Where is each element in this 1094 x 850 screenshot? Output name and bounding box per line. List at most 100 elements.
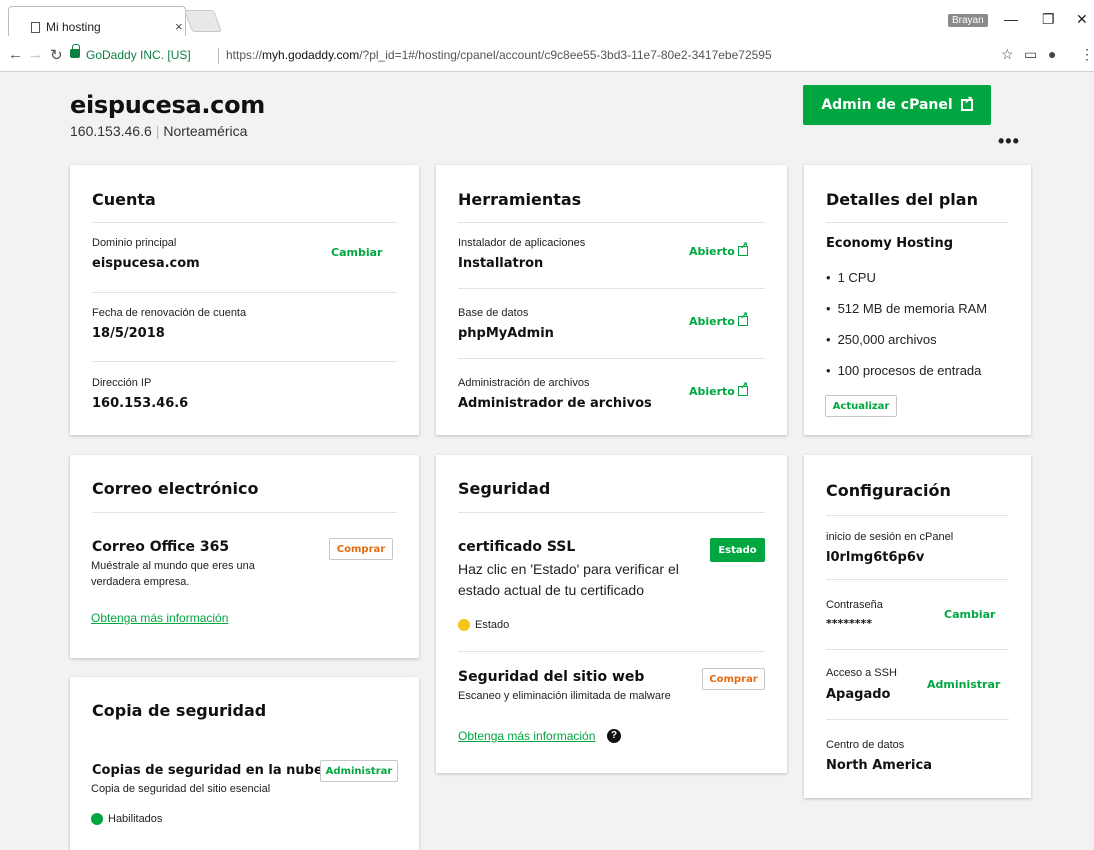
buy-email-button[interactable]: Comprar [329,538,393,560]
app-installer-label: Instalador de aplicaciones [458,237,586,249]
open-installatron-link[interactable]: Abierto [689,241,748,258]
desc-line: Haz clic en 'Estado' para verificar el [458,561,679,577]
security-card-title: Seguridad [458,479,551,498]
website-security-title: Seguridad del sitio web [458,669,645,685]
status-indicator-dot [91,813,103,825]
cloud-backup-desc: Copia de seguridad del sitio esencial [91,783,271,795]
browser-tab-bar: Mi hosting × Brayan — ❐ ✕ [0,0,1094,40]
app-installer-value: Installatron [458,256,544,271]
url-field[interactable]: https://myh.godaddy.com/?pl_id=1#/hostin… [226,48,772,62]
renewal-date-value: 18/5/2018 [92,326,165,341]
desc-line: verdadera empresa. [91,576,190,588]
configuration-card: Configuración inicio de sesión en cPanel… [804,455,1031,798]
plan-feature: 512 MB de memoria RAM [826,301,988,316]
email-more-info-link[interactable]: Obtenga más información [91,611,228,625]
open-label: Abierto [689,385,735,398]
open-file-manager-link[interactable]: Abierto [689,381,748,398]
url-prefix: https:// [226,48,263,62]
domain-subtitle: 160.153.46.6 | Norteamérica [70,123,248,139]
ssh-access-value: Apagado [826,687,891,702]
server-region: Norteamérica [163,123,248,139]
cpanel-login-label: inicio de sesión en cPanel [826,531,954,543]
close-window-icon[interactable]: ✕ [1076,11,1088,28]
datacenter-value: North America [826,758,932,773]
plan-card-title: Detalles del plan [826,190,978,209]
ssl-title: certificado SSL [458,539,576,555]
upgrade-plan-button[interactable]: Actualizar [825,395,897,417]
address-bar: ← → ↻ GoDaddy INC. [US] https://myh.goda… [0,40,1094,72]
file-management-value: Administrador de archivos [458,396,652,411]
divider [826,579,1009,580]
security-more-info-link[interactable]: Obtenga más información [458,729,595,743]
divider [92,222,397,223]
security-card: Seguridad certificado SSL Haz clic en 'E… [436,455,787,773]
external-link-icon [737,241,748,256]
desc-line: Muéstrale al mundo que eres una [91,560,255,572]
url-separator [218,48,219,64]
email-card: Correo electrónico Correo Office 365 Mué… [70,455,419,658]
primary-domain-value: eispucesa.com [92,256,200,271]
bookmark-star-icon[interactable]: ☆ [1001,46,1014,63]
status-indicator-dot [458,619,470,631]
menu-icon[interactable]: ⋮ [1080,46,1094,63]
email-product-name: Correo Office 365 [92,539,230,555]
divider [92,292,397,293]
forward-icon[interactable]: → [28,46,43,63]
help-icon[interactable]: ? [607,729,621,743]
ev-certificate-label[interactable]: GoDaddy INC. [US] [86,48,191,62]
email-product-desc: Muéstrale al mundo que eres una verdadera… [91,558,255,590]
open-label: Abierto [689,315,735,328]
change-password-link[interactable]: Cambiar [944,608,995,621]
cloud-backup-title: Copias de seguridad en la nube [92,763,323,778]
manage-backup-button[interactable]: Administrar [320,760,398,782]
open-label: Abierto [689,245,735,258]
divider [458,651,765,652]
plan-feature: 1 CPU [826,270,876,285]
backup-card: Copia de seguridad Copias de seguridad e… [70,677,419,850]
password-value: ******** [826,617,873,630]
server-ip: 160.153.46.6 [70,123,152,139]
open-phpmyadmin-link[interactable]: Abierto [689,311,748,328]
reload-icon[interactable]: ↻ [50,46,63,64]
cpanel-login-value: l0rlmg6t6p6v [826,550,925,565]
minimize-icon[interactable]: — [1004,11,1018,27]
lock-icon [70,44,80,58]
restore-icon[interactable]: ❐ [1042,11,1055,28]
ip-address-label: Dirección IP [92,377,152,389]
url-host: myh.godaddy.com [262,48,360,62]
page-title: eispucesa.com [70,91,265,119]
ssl-status-button[interactable]: Estado [710,538,765,562]
profile-badge[interactable]: Brayan [948,14,988,27]
ssh-access-label: Acceso a SSH [826,667,897,679]
tools-card: Herramientas Instalador de aplicaciones … [436,165,787,435]
plan-name: Economy Hosting [826,236,954,251]
cpanel-admin-button[interactable]: Admin de cPanel ↗ [803,85,991,125]
plan-feature: 100 procesos de entrada [826,363,982,378]
plan-feature: 250,000 archivos [826,332,937,347]
external-link-icon: ↗ [960,94,973,111]
divider [458,288,765,289]
divider [92,512,397,513]
browser-tab[interactable]: Mi hosting × [8,6,186,36]
divider [458,512,765,513]
external-link-icon [737,311,748,326]
divider [826,222,1009,223]
new-tab-button[interactable] [183,10,223,32]
file-management-label: Administración de archivos [458,377,590,389]
tools-card-title: Herramientas [458,190,582,209]
divider [826,515,1009,516]
extension-icon[interactable]: ● [1048,46,1056,62]
password-label: Contraseña [826,599,883,611]
back-icon[interactable]: ← [8,46,23,63]
ssl-status-text: Estado [475,619,510,631]
more-options-icon[interactable]: ••• [998,131,1020,152]
change-domain-link[interactable]: Cambiar [331,246,382,259]
ip-address-value: 160.153.46.6 [92,396,189,411]
tab-close-icon[interactable]: × [175,19,183,34]
renewal-date-label: Fecha de renovación de cuenta [92,307,247,319]
manage-ssh-link[interactable]: Administrar [927,678,1000,691]
buy-website-security-button[interactable]: Comprar [702,668,765,690]
cast-icon[interactable]: ▭ [1024,46,1037,63]
account-card: Cuenta Dominio principal eispucesa.com C… [70,165,419,435]
tab-title: Mi hosting [46,20,101,34]
